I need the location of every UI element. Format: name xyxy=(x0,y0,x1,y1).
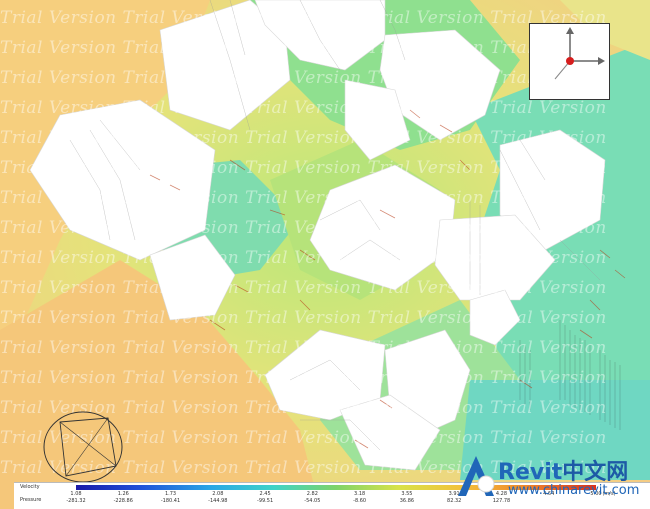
axis-gizmo[interactable] xyxy=(529,23,610,100)
legend-velocity-label: Velocity xyxy=(20,484,40,490)
legend-pressure-tick: -228.86 xyxy=(113,498,133,504)
legend-velocity-tick: 2.82 xyxy=(306,491,318,497)
legend-velocity-tick: 3.18 xyxy=(354,491,366,497)
simulation-viewport-window: Trial Version Trial Version Trial Versio… xyxy=(0,0,650,509)
legend-pressure-tick: 36.86 xyxy=(399,498,415,504)
legend-pressure-tick: -144.98 xyxy=(208,498,228,504)
compass-ring xyxy=(43,411,123,483)
compass-square xyxy=(59,417,117,477)
axis-origin xyxy=(566,57,574,65)
legend-velocity-tick: 1.73 xyxy=(164,491,177,497)
axis-y-arrow xyxy=(566,27,574,34)
brand-site: www.chinarevit.com xyxy=(508,483,640,498)
legend-pressure-label: Pressure xyxy=(20,497,42,503)
legend-pressure-tick: -8.60 xyxy=(353,498,367,504)
brand-name: Revit中文网 xyxy=(498,460,629,485)
compass-diagonal xyxy=(59,421,117,467)
legend-velocity-tick: 1.08 xyxy=(70,491,82,497)
legend-velocity-tick: 2.08 xyxy=(212,491,224,497)
legend-pressure-tick: -99.51 xyxy=(257,498,274,504)
legend-velocity-tick: 2.45 xyxy=(259,491,271,497)
brand-logo: Revit中文网 www.chinarevit.com xyxy=(448,450,650,508)
legend-pressure-tick: -54.05 xyxy=(304,498,321,504)
compass-diagonal xyxy=(65,417,109,477)
legend-pressure-tick: -281.32 xyxy=(66,498,86,504)
legend-velocity-tick: 3.55 xyxy=(401,491,413,497)
legend-velocity-tick: 1.26 xyxy=(117,491,129,497)
legend-pressure-tick: -180.41 xyxy=(160,498,181,504)
axis-x-arrow xyxy=(598,57,605,65)
compass[interactable] xyxy=(42,410,124,484)
brand-logo-icon xyxy=(458,456,495,496)
